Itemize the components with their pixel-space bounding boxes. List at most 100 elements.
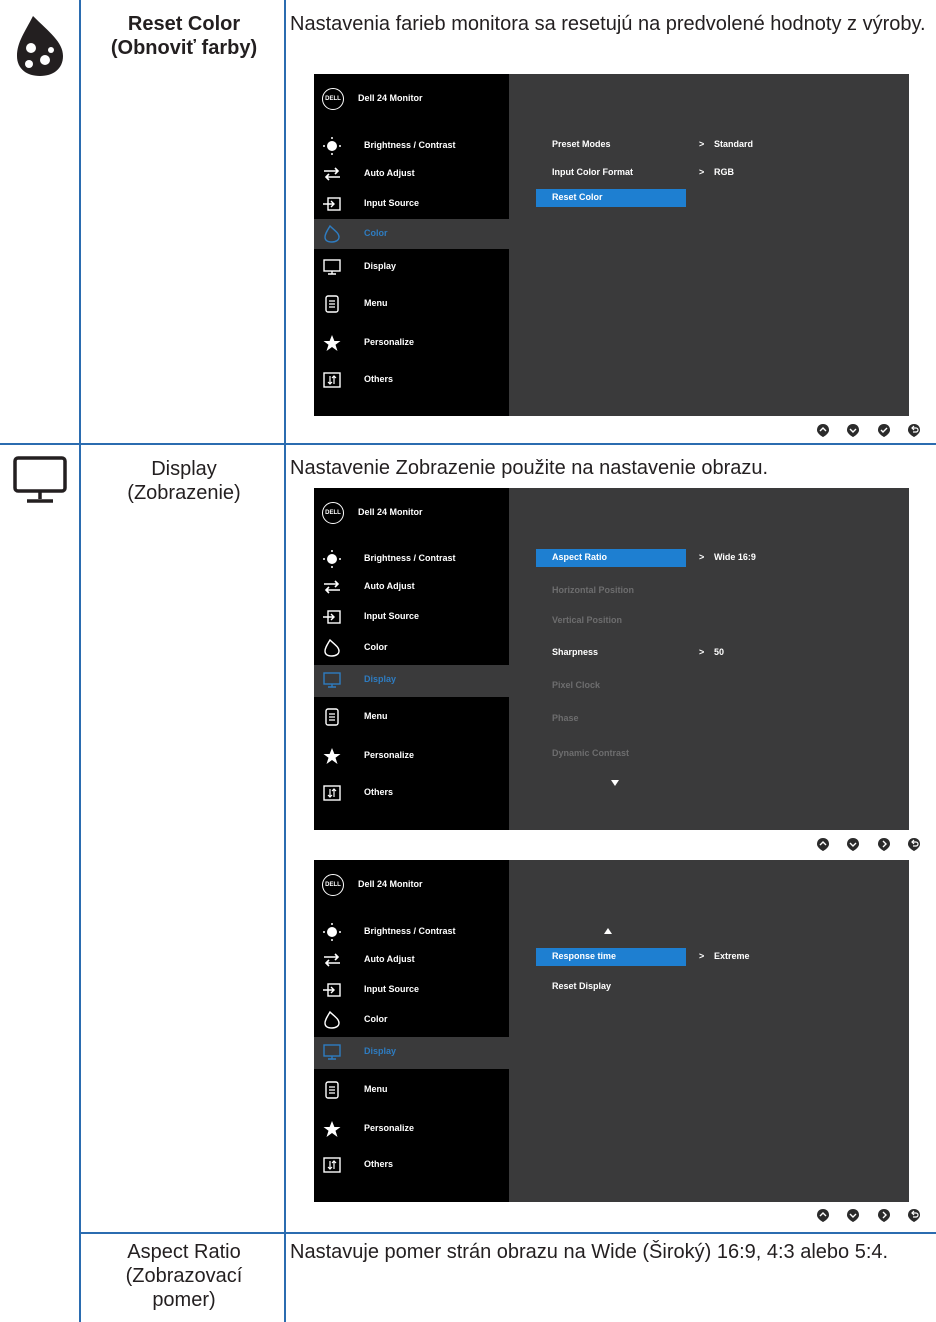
back-button-icon[interactable] [907,1208,921,1222]
row-divider [79,1232,936,1234]
menu-item-color[interactable]: Color [314,219,509,249]
ok-button-icon[interactable] [877,423,891,437]
item-arrow: > [699,951,705,961]
item-value: Extreme [714,951,750,961]
dell-logo: DELL [322,874,344,896]
up-button-icon[interactable] [816,837,830,851]
item-value: Standard [714,139,754,149]
osd-title: Dell 24 Monitor [358,93,423,103]
submenu-preset-modes[interactable]: Preset Modes > Standard [536,136,753,154]
scroll-down-icon[interactable] [611,780,619,786]
menu-item-auto-adjust[interactable]: Auto Adjust [314,159,509,189]
menu-item-others[interactable]: Others [314,778,509,808]
back-button-icon[interactable] [907,837,921,851]
down-button-icon[interactable] [846,837,860,851]
submenu-pixel-clock: Pixel Clock [536,677,686,695]
item-label: Phase [552,713,579,723]
menu-label: Display [364,674,397,684]
dell-logo: DELL [322,88,344,110]
menu-label: Auto Adjust [364,581,415,591]
monitor-icon [323,672,341,688]
submenu-phase: Phase [536,710,686,728]
menu-item-personalize[interactable]: Personalize [314,1114,509,1144]
menu-label: Color [364,1014,388,1024]
item-arrow: > [699,552,705,562]
menu-label: Others [364,374,394,384]
menu-item-display[interactable]: Display [314,1037,509,1069]
submenu-sharpness[interactable]: Sharpness >50 [536,644,724,662]
item-label: Preset Modes [552,139,611,149]
menu-item-brightness[interactable]: Brightness / Contrast [314,544,509,574]
up-button-icon[interactable] [816,423,830,437]
menu-label: Menu [364,711,388,721]
menu-item-menu[interactable]: Menu [314,289,509,319]
table-border-mid [284,0,286,1322]
menu-item-display[interactable]: Display [314,665,509,697]
label-line: pomer) [152,1289,216,1311]
osd-main-menu: DELL Dell 24 Monitor Brightness / Contra… [314,488,509,830]
menu-label: Display [364,261,397,271]
right-button-icon[interactable] [877,837,891,851]
right-button-icon[interactable] [877,1208,891,1222]
menu-item-input-source[interactable]: Input Source [314,602,509,632]
menu-item-menu[interactable]: Menu [314,702,509,732]
menu-item-color[interactable]: Color [314,1005,509,1035]
submenu-reset-color[interactable]: Reset Color [536,189,686,207]
monitor-icon [13,456,67,503]
menu-item-color[interactable]: Color [314,633,509,663]
menu-label: Others [364,787,394,797]
scroll-up-icon[interactable] [604,928,612,934]
osd-display-menu-page2: DELL Dell 24 Monitor Brightness / Contra… [314,860,909,1202]
up-button-icon[interactable] [816,1208,830,1222]
menu-item-menu[interactable]: Menu [314,1075,509,1105]
menu-item-auto-adjust[interactable]: Auto Adjust [314,572,509,602]
others-icon [323,1157,341,1173]
monitor-icon [323,259,341,275]
row-label-aspect-ratio: Aspect Ratio (Zobrazovací pomer) [86,1240,282,1312]
item-label: Sharpness [552,647,599,657]
menu-item-display[interactable]: Display [314,252,509,282]
item-value: 50 [714,647,725,657]
menu-item-auto-adjust[interactable]: Auto Adjust [314,945,509,975]
down-button-icon[interactable] [846,423,860,437]
menu-icon [325,708,339,726]
item-label: Aspect Ratio [552,552,608,562]
item-label: Input Color Format [552,167,633,177]
back-button-icon[interactable] [907,423,921,437]
label-line: Display [151,458,217,480]
item-value: RGB [714,167,734,177]
menu-item-personalize[interactable]: Personalize [314,328,509,358]
menu-item-personalize[interactable]: Personalize [314,741,509,771]
menu-item-others[interactable]: Others [314,365,509,395]
item-label: Dynamic Contrast [552,748,630,758]
others-icon [323,372,341,388]
down-button-icon[interactable] [846,1208,860,1222]
submenu-response-time[interactable]: Response time > Extreme [536,948,750,966]
label-line: (Zobrazenie) [127,482,241,504]
submenu-input-color-format[interactable]: Input Color Format > RGB [536,164,734,182]
row-divider [0,443,936,445]
osd-main-menu: DELL Dell 24 Monitor Brightness / Contra… [314,74,509,416]
menu-item-others[interactable]: Others [314,1150,509,1180]
monitor-icon [323,1044,341,1060]
menu-label: Others [364,1159,394,1169]
osd-main-menu: DELL Dell 24 Monitor Brightness / Contra… [314,860,509,1202]
osd-title: Dell 24 Monitor [358,507,423,517]
submenu-reset-display[interactable]: Reset Display [536,978,686,996]
submenu-aspect-ratio[interactable]: Aspect Ratio > Wide 16:9 [536,549,756,567]
menu-item-brightness[interactable]: Brightness / Contrast [314,131,509,161]
item-label: Reset Color [552,192,603,202]
row-desc-aspect-ratio: Nastavuje pomer strán obrazu na Wide (Ši… [290,1241,889,1263]
menu-item-input-source[interactable]: Input Source [314,975,509,1005]
menu-item-brightness[interactable]: Brightness / Contrast [314,917,509,947]
menu-item-input-source[interactable]: Input Source [314,189,509,219]
auto-adjust-icon [324,580,340,594]
menu-icon [325,295,339,313]
item-label: Vertical Position [552,615,623,625]
osd-buttons [816,1208,921,1227]
submenu-dynamic-contrast: Dynamic Contrast [536,745,686,763]
menu-label: Brightness / Contrast [364,553,456,563]
row-desc-display: Nastavenie Zobrazenie použite na nastave… [290,457,769,479]
menu-label: Input Source [364,198,420,208]
color-icon [324,639,340,657]
